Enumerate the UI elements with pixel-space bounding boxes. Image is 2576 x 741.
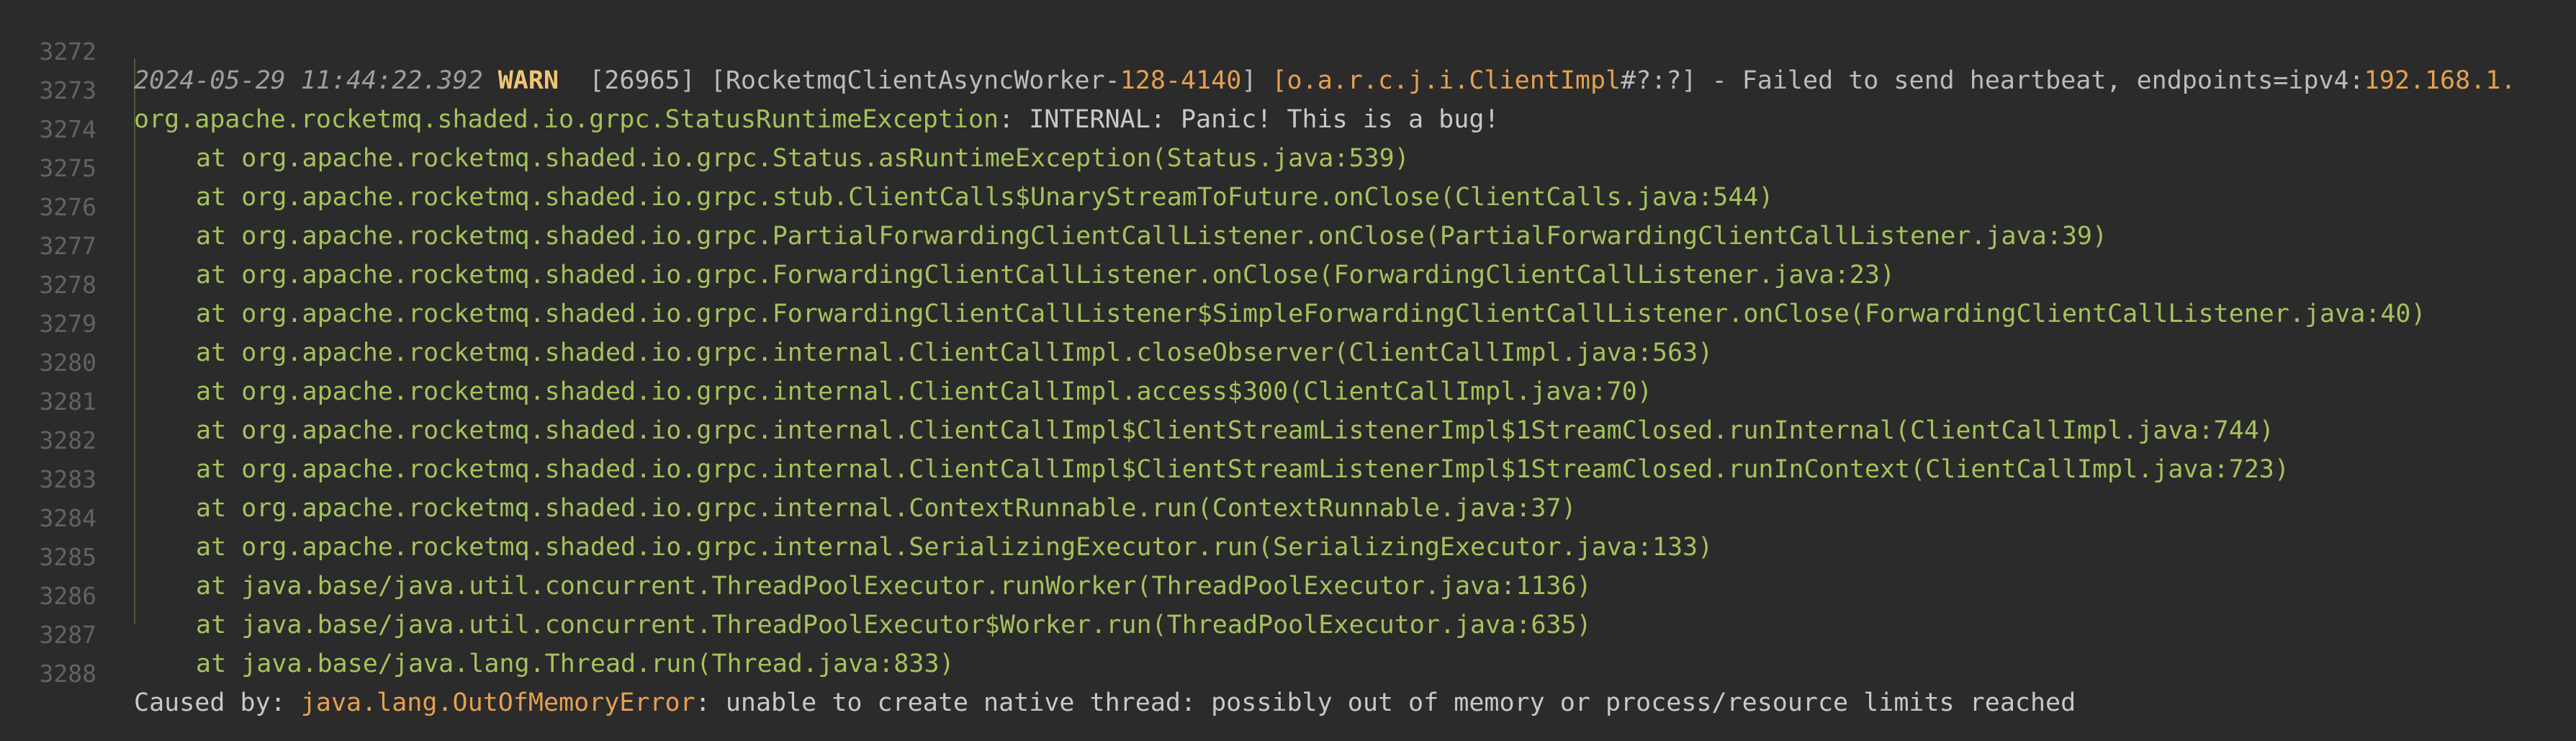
log-line[interactable]: 3272 2024-05-29 11:44:22.392 WARN [26965… <box>0 4 2576 95</box>
stack-frame-line[interactable]: 3274 at org.apache.rocketmq.shaded.io.gr… <box>0 81 2576 173</box>
stack-frame-line[interactable]: 3287 at java.base/java.lang.Thread.run(T… <box>0 587 2576 678</box>
stack-frame-line[interactable]: 3282 at org.apache.rocketmq.shaded.io.gr… <box>0 392 2576 484</box>
log-line[interactable]: 3273 org.apache.rocketmq.shaded.io.grpc.… <box>0 42 2576 134</box>
caused-by-prefix: Caused by: <box>134 688 301 717</box>
caused-by-message: : unable to create native thread: possib… <box>695 688 2076 717</box>
stack-frame-line[interactable]: 3275 at org.apache.rocketmq.shaded.io.gr… <box>0 120 2576 212</box>
stack-frame-line[interactable]: 3283 at org.apache.rocketmq.shaded.io.gr… <box>0 431 2576 523</box>
stack-frame-line[interactable]: 3281 at org.apache.rocketmq.shaded.io.gr… <box>0 354 2576 445</box>
caused-by-class: java.lang.OutOfMemoryError <box>300 688 695 717</box>
stack-frame-line[interactable]: 3285 at java.base/java.util.concurrent.T… <box>0 509 2576 601</box>
stack-frame-line[interactable]: 3280 at org.apache.rocketmq.shaded.io.gr… <box>0 315 2576 406</box>
line-number: 3288 <box>39 660 96 688</box>
caused-by-line: Caused by: java.lang.OutOfMemoryError: u… <box>134 683 2076 722</box>
log-line[interactable]: 3288 Caused by: java.lang.OutOfMemoryErr… <box>0 626 2576 717</box>
stack-frame-line[interactable]: 3284 at org.apache.rocketmq.shaded.io.gr… <box>0 470 2576 562</box>
stack-frame-line[interactable]: 3278 at org.apache.rocketmq.shaded.io.gr… <box>0 237 2576 328</box>
stack-frame-line[interactable]: 3277 at org.apache.rocketmq.shaded.io.gr… <box>0 198 2576 289</box>
log-viewer: 3272 2024-05-29 11:44:22.392 WARN [26965… <box>0 0 2576 717</box>
stack-frame-line[interactable]: 3286 at java.base/java.util.concurrent.T… <box>0 548 2576 639</box>
stack-frame-line[interactable]: 3276 at org.apache.rocketmq.shaded.io.gr… <box>0 159 2576 251</box>
stack-frame-line[interactable]: 3279 at org.apache.rocketmq.shaded.io.gr… <box>0 276 2576 367</box>
